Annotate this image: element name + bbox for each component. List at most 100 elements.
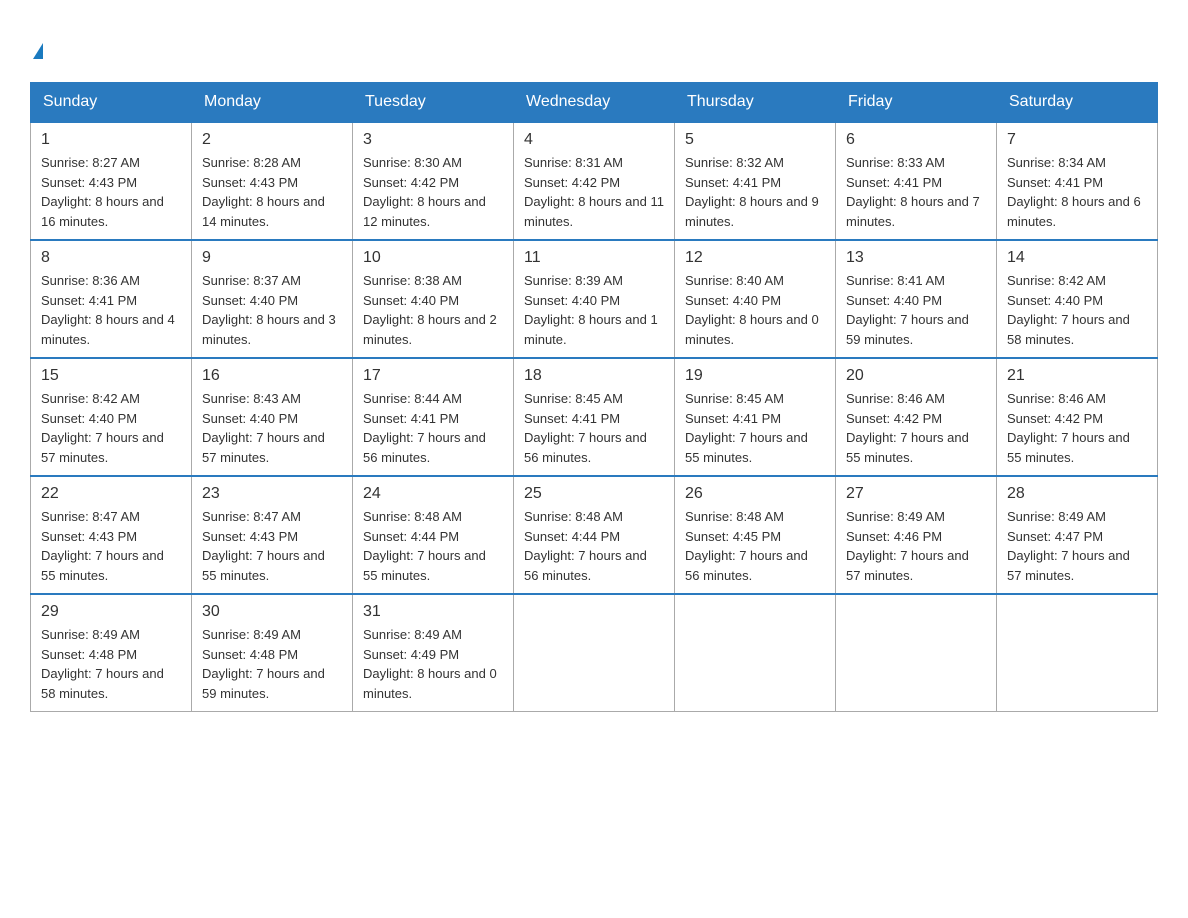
calendar-cell: 12 Sunrise: 8:40 AM Sunset: 4:40 PM Dayl…: [675, 240, 836, 358]
day-info: Sunrise: 8:48 AM Sunset: 4:44 PM Dayligh…: [363, 507, 503, 585]
week-row-2: 8 Sunrise: 8:36 AM Sunset: 4:41 PM Dayli…: [31, 240, 1158, 358]
day-number: 24: [363, 485, 503, 503]
calendar-cell: 26 Sunrise: 8:48 AM Sunset: 4:45 PM Dayl…: [675, 476, 836, 594]
weekday-header-row: SundayMondayTuesdayWednesdayThursdayFrid…: [31, 83, 1158, 123]
day-number: 31: [363, 603, 503, 621]
day-info: Sunrise: 8:39 AM Sunset: 4:40 PM Dayligh…: [524, 271, 664, 349]
calendar-cell: 10 Sunrise: 8:38 AM Sunset: 4:40 PM Dayl…: [353, 240, 514, 358]
calendar-cell: 14 Sunrise: 8:42 AM Sunset: 4:40 PM Dayl…: [997, 240, 1158, 358]
calendar-cell: 9 Sunrise: 8:37 AM Sunset: 4:40 PM Dayli…: [192, 240, 353, 358]
calendar-cell: 4 Sunrise: 8:31 AM Sunset: 4:42 PM Dayli…: [514, 122, 675, 240]
day-number: 3: [363, 131, 503, 149]
day-number: 7: [1007, 131, 1147, 149]
day-number: 12: [685, 249, 825, 267]
day-info: Sunrise: 8:42 AM Sunset: 4:40 PM Dayligh…: [1007, 271, 1147, 349]
day-info: Sunrise: 8:49 AM Sunset: 4:48 PM Dayligh…: [41, 625, 181, 703]
calendar-cell: 21 Sunrise: 8:46 AM Sunset: 4:42 PM Dayl…: [997, 358, 1158, 476]
day-number: 21: [1007, 367, 1147, 385]
day-number: 17: [363, 367, 503, 385]
week-row-3: 15 Sunrise: 8:42 AM Sunset: 4:40 PM Dayl…: [31, 358, 1158, 476]
day-number: 9: [202, 249, 342, 267]
header-saturday: Saturday: [997, 83, 1158, 123]
day-info: Sunrise: 8:45 AM Sunset: 4:41 PM Dayligh…: [524, 389, 664, 467]
day-number: 22: [41, 485, 181, 503]
day-info: Sunrise: 8:49 AM Sunset: 4:47 PM Dayligh…: [1007, 507, 1147, 585]
header-tuesday: Tuesday: [353, 83, 514, 123]
calendar-cell: [997, 594, 1158, 712]
calendar-table: SundayMondayTuesdayWednesdayThursdayFrid…: [30, 82, 1158, 712]
calendar-cell: [514, 594, 675, 712]
calendar-cell: 8 Sunrise: 8:36 AM Sunset: 4:41 PM Dayli…: [31, 240, 192, 358]
day-number: 20: [846, 367, 986, 385]
day-info: Sunrise: 8:46 AM Sunset: 4:42 PM Dayligh…: [1007, 389, 1147, 467]
week-row-1: 1 Sunrise: 8:27 AM Sunset: 4:43 PM Dayli…: [31, 122, 1158, 240]
calendar-cell: 2 Sunrise: 8:28 AM Sunset: 4:43 PM Dayli…: [192, 122, 353, 240]
day-info: Sunrise: 8:49 AM Sunset: 4:48 PM Dayligh…: [202, 625, 342, 703]
day-info: Sunrise: 8:30 AM Sunset: 4:42 PM Dayligh…: [363, 153, 503, 231]
calendar-cell: 22 Sunrise: 8:47 AM Sunset: 4:43 PM Dayl…: [31, 476, 192, 594]
logo: [30, 30, 43, 62]
day-info: Sunrise: 8:33 AM Sunset: 4:41 PM Dayligh…: [846, 153, 986, 231]
calendar-cell: 30 Sunrise: 8:49 AM Sunset: 4:48 PM Dayl…: [192, 594, 353, 712]
calendar-cell: [675, 594, 836, 712]
header-friday: Friday: [836, 83, 997, 123]
day-info: Sunrise: 8:41 AM Sunset: 4:40 PM Dayligh…: [846, 271, 986, 349]
day-number: 11: [524, 249, 664, 267]
day-number: 6: [846, 131, 986, 149]
day-info: Sunrise: 8:47 AM Sunset: 4:43 PM Dayligh…: [41, 507, 181, 585]
day-info: Sunrise: 8:45 AM Sunset: 4:41 PM Dayligh…: [685, 389, 825, 467]
calendar-cell: 11 Sunrise: 8:39 AM Sunset: 4:40 PM Dayl…: [514, 240, 675, 358]
calendar-cell: 3 Sunrise: 8:30 AM Sunset: 4:42 PM Dayli…: [353, 122, 514, 240]
calendar-cell: 5 Sunrise: 8:32 AM Sunset: 4:41 PM Dayli…: [675, 122, 836, 240]
calendar-cell: 6 Sunrise: 8:33 AM Sunset: 4:41 PM Dayli…: [836, 122, 997, 240]
day-info: Sunrise: 8:37 AM Sunset: 4:40 PM Dayligh…: [202, 271, 342, 349]
day-number: 10: [363, 249, 503, 267]
day-number: 25: [524, 485, 664, 503]
day-info: Sunrise: 8:31 AM Sunset: 4:42 PM Dayligh…: [524, 153, 664, 231]
day-number: 28: [1007, 485, 1147, 503]
day-number: 13: [846, 249, 986, 267]
day-info: Sunrise: 8:42 AM Sunset: 4:40 PM Dayligh…: [41, 389, 181, 467]
calendar-cell: 17 Sunrise: 8:44 AM Sunset: 4:41 PM Dayl…: [353, 358, 514, 476]
day-info: Sunrise: 8:48 AM Sunset: 4:45 PM Dayligh…: [685, 507, 825, 585]
day-info: Sunrise: 8:28 AM Sunset: 4:43 PM Dayligh…: [202, 153, 342, 231]
calendar-cell: 31 Sunrise: 8:49 AM Sunset: 4:49 PM Dayl…: [353, 594, 514, 712]
day-number: 4: [524, 131, 664, 149]
day-info: Sunrise: 8:34 AM Sunset: 4:41 PM Dayligh…: [1007, 153, 1147, 231]
day-number: 1: [41, 131, 181, 149]
day-number: 14: [1007, 249, 1147, 267]
week-row-4: 22 Sunrise: 8:47 AM Sunset: 4:43 PM Dayl…: [31, 476, 1158, 594]
day-info: Sunrise: 8:49 AM Sunset: 4:49 PM Dayligh…: [363, 625, 503, 703]
day-info: Sunrise: 8:49 AM Sunset: 4:46 PM Dayligh…: [846, 507, 986, 585]
day-info: Sunrise: 8:44 AM Sunset: 4:41 PM Dayligh…: [363, 389, 503, 467]
day-info: Sunrise: 8:40 AM Sunset: 4:40 PM Dayligh…: [685, 271, 825, 349]
calendar-cell: 7 Sunrise: 8:34 AM Sunset: 4:41 PM Dayli…: [997, 122, 1158, 240]
day-number: 26: [685, 485, 825, 503]
calendar-cell: 16 Sunrise: 8:43 AM Sunset: 4:40 PM Dayl…: [192, 358, 353, 476]
day-number: 5: [685, 131, 825, 149]
header-monday: Monday: [192, 83, 353, 123]
day-number: 19: [685, 367, 825, 385]
calendar-cell: 28 Sunrise: 8:49 AM Sunset: 4:47 PM Dayl…: [997, 476, 1158, 594]
day-number: 29: [41, 603, 181, 621]
page-header: [30, 30, 1158, 62]
day-number: 23: [202, 485, 342, 503]
day-info: Sunrise: 8:46 AM Sunset: 4:42 PM Dayligh…: [846, 389, 986, 467]
day-info: Sunrise: 8:38 AM Sunset: 4:40 PM Dayligh…: [363, 271, 503, 349]
week-row-5: 29 Sunrise: 8:49 AM Sunset: 4:48 PM Dayl…: [31, 594, 1158, 712]
calendar-cell: 23 Sunrise: 8:47 AM Sunset: 4:43 PM Dayl…: [192, 476, 353, 594]
day-info: Sunrise: 8:32 AM Sunset: 4:41 PM Dayligh…: [685, 153, 825, 231]
calendar-cell: 27 Sunrise: 8:49 AM Sunset: 4:46 PM Dayl…: [836, 476, 997, 594]
day-info: Sunrise: 8:47 AM Sunset: 4:43 PM Dayligh…: [202, 507, 342, 585]
header-sunday: Sunday: [31, 83, 192, 123]
calendar-cell: 19 Sunrise: 8:45 AM Sunset: 4:41 PM Dayl…: [675, 358, 836, 476]
day-number: 8: [41, 249, 181, 267]
day-number: 15: [41, 367, 181, 385]
day-info: Sunrise: 8:48 AM Sunset: 4:44 PM Dayligh…: [524, 507, 664, 585]
calendar-cell: 29 Sunrise: 8:49 AM Sunset: 4:48 PM Dayl…: [31, 594, 192, 712]
day-number: 30: [202, 603, 342, 621]
day-number: 2: [202, 131, 342, 149]
calendar-cell: [836, 594, 997, 712]
day-info: Sunrise: 8:36 AM Sunset: 4:41 PM Dayligh…: [41, 271, 181, 349]
day-info: Sunrise: 8:43 AM Sunset: 4:40 PM Dayligh…: [202, 389, 342, 467]
